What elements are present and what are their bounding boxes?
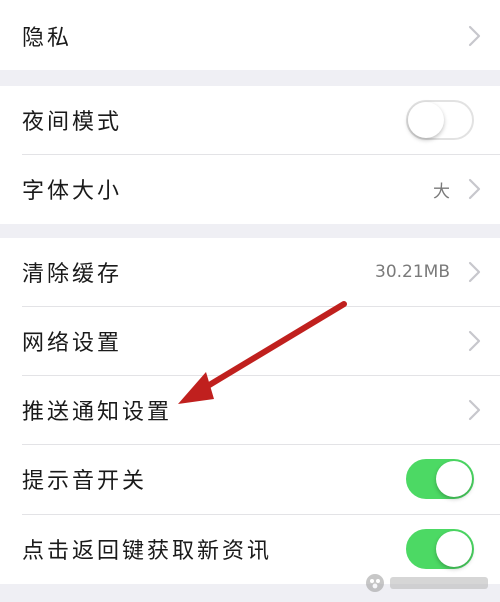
chevron-right-icon [468, 399, 481, 421]
clear-cache-label: 清除缓存 [22, 262, 123, 287]
row-sound: 提示音开关 [0, 445, 500, 513]
chevron-right-icon [468, 330, 481, 352]
toggle-knob [436, 461, 472, 497]
back-key-label: 点击返回键获取新资讯 [22, 539, 273, 564]
row-push-notifications[interactable]: 推送通知设置 [0, 376, 500, 444]
clear-cache-value: 30.21MB [375, 262, 450, 282]
row-network[interactable]: 网络设置 [0, 307, 500, 375]
network-label: 网络设置 [22, 331, 123, 356]
row-night-mode: 夜间模式 [0, 86, 500, 154]
settings-group-general: 清除缓存 30.21MB 网络设置 推送通知设置 提示音开关 点击返回键获取新资… [0, 238, 500, 584]
night-mode-toggle[interactable] [406, 100, 474, 140]
sound-toggle[interactable] [406, 459, 474, 499]
font-size-label: 字体大小 [22, 179, 123, 204]
settings-group-privacy: 隐私 [0, 0, 500, 70]
sound-label: 提示音开关 [22, 469, 148, 494]
chevron-right-icon [468, 178, 481, 200]
toggle-knob [408, 102, 444, 138]
chevron-right-icon [468, 261, 481, 283]
row-clear-cache[interactable]: 清除缓存 30.21MB [0, 238, 500, 306]
back-key-toggle[interactable] [406, 529, 474, 569]
privacy-label: 隐私 [22, 26, 73, 51]
push-label: 推送通知设置 [22, 400, 173, 425]
toggle-knob [436, 531, 472, 567]
font-size-value: 大 [433, 181, 450, 202]
night-mode-label: 夜间模式 [22, 110, 123, 135]
row-privacy[interactable]: 隐私 [0, 2, 500, 70]
settings-page: 隐私 夜间模式 字体大小 大 清除缓存 30.21MB 网络设置 推送通知设置 … [0, 0, 500, 602]
chevron-right-icon [468, 25, 481, 47]
settings-group-display: 夜间模式 字体大小 大 [0, 86, 500, 224]
watermark-logo [366, 574, 488, 592]
row-font-size[interactable]: 字体大小 大 [0, 155, 500, 223]
